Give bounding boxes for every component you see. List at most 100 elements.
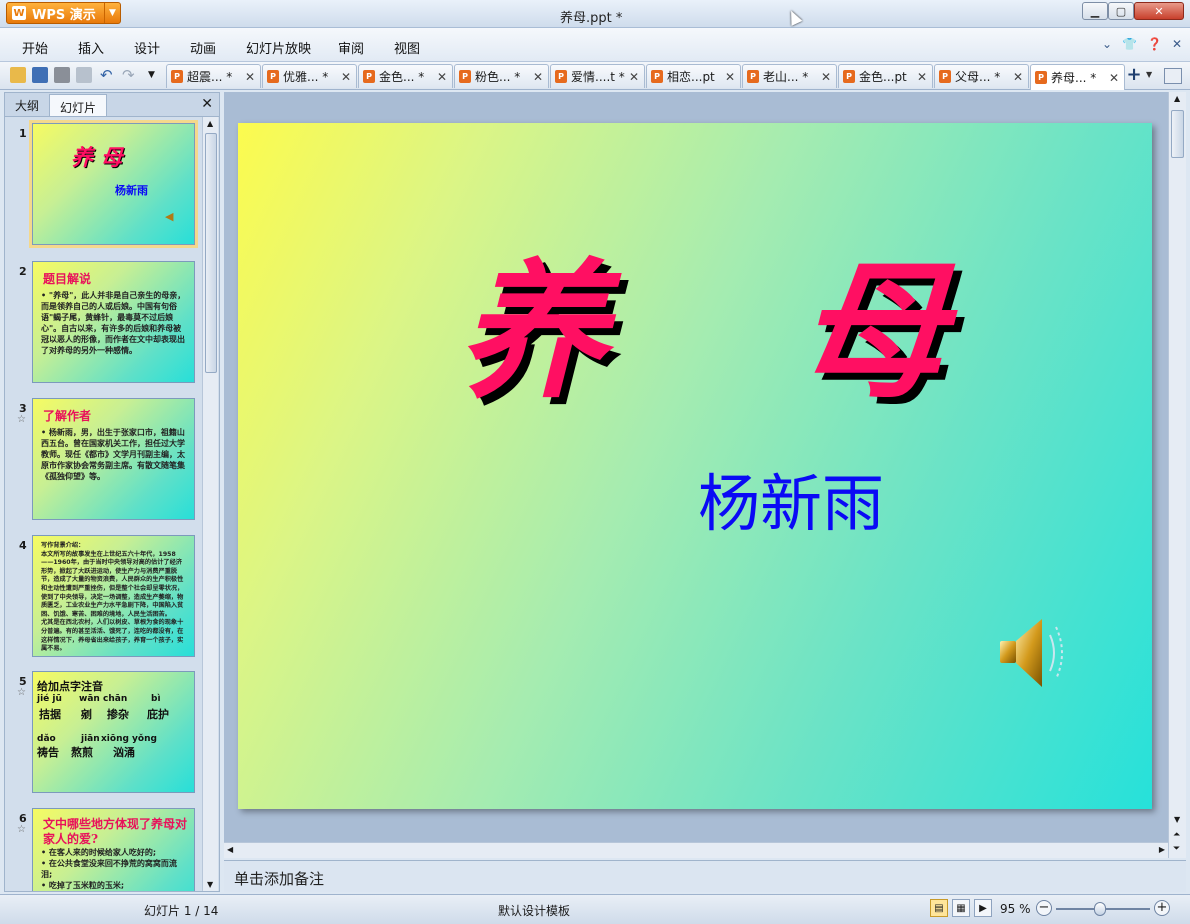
slides-panel: 大纲 幻灯片 ✕ 1 养 母 杨新雨 ◀ 2 题目解说 • "养母"，此人并非是…: [4, 92, 220, 892]
scroll-right-icon[interactable]: ▶: [1159, 845, 1165, 854]
ppt-file-icon: P: [1035, 71, 1047, 84]
current-slide[interactable]: 养 母 杨新雨: [238, 123, 1152, 809]
close-tab-icon[interactable]: ✕: [627, 70, 641, 84]
horizontal-scrollbar[interactable]: ◀ ▶: [224, 842, 1168, 858]
slide-thumbnail[interactable]: 给加点字注音 jié jū wān chān bì 拮据 剜 掺杂 庇护 dǎo…: [32, 671, 195, 793]
customize-toolbar-icon[interactable]: ▼: [148, 67, 164, 83]
help-icon[interactable]: ❓: [1147, 37, 1162, 51]
slide-thumbnail[interactable]: 题目解说 • "养母"，此人并非是自己亲生的母亲，而是领养自己的人或后娘。中国有…: [32, 261, 195, 383]
speaker-icon: ◀: [165, 210, 174, 223]
doc-tab-9[interactable]: P 父母... * ✕: [934, 64, 1029, 88]
window-close-icon[interactable]: ✕: [1172, 37, 1182, 51]
word: 拮据: [39, 708, 61, 721]
slide-thumbnail[interactable]: 写作背景介绍： 本文所写的故事发生在上世纪五六十年代，1958——1960年，由…: [32, 535, 195, 657]
doc-tab-label: 金色...pt: [859, 70, 907, 84]
doc-tab-8[interactable]: P 金色...pt ✕: [838, 64, 933, 88]
slide-sorter-view-button[interactable]: ▦: [952, 899, 970, 917]
skin-icon[interactable]: 👕: [1122, 37, 1137, 51]
open-icon[interactable]: [10, 67, 26, 83]
save-icon[interactable]: [32, 67, 48, 83]
slide-thumbnail[interactable]: 了解作者 • 杨新雨，男，出生于张家口市，祖籍山西五台。曾在国家机关工作，担任过…: [32, 398, 195, 520]
close-tab-icon[interactable]: ✕: [819, 70, 833, 84]
close-tab-icon[interactable]: ✕: [243, 70, 257, 84]
thumb-body: • "养母"，此人并非是自己亲生的母亲，而是领养自己的人或后娘。中国有句俗语"蝎…: [41, 291, 186, 355]
scroll-up-icon[interactable]: ▲: [1174, 94, 1180, 103]
design-template-label[interactable]: 默认设计模板: [498, 902, 570, 919]
maximize-button[interactable]: ▢: [1108, 2, 1134, 20]
scrollbar-thumb[interactable]: [1171, 110, 1184, 158]
close-tab-icon[interactable]: ✕: [339, 70, 353, 84]
word: 掺杂: [107, 708, 129, 721]
ppt-file-icon: P: [651, 70, 663, 83]
vertical-scrollbar[interactable]: ▲ ▼ ⏶ ⏷: [1168, 92, 1186, 858]
doc-tab-4[interactable]: P 粉色... * ✕: [454, 64, 549, 88]
print-icon[interactable]: [54, 67, 70, 83]
close-button[interactable]: ✕: [1134, 2, 1184, 20]
scroll-down-icon[interactable]: ▼: [207, 880, 213, 889]
scroll-down-icon[interactable]: ▼: [1174, 815, 1180, 824]
scrollbar-thumb[interactable]: [205, 133, 217, 373]
close-tab-icon[interactable]: ✕: [1011, 70, 1025, 84]
app-name: WPS 演示: [32, 7, 96, 23]
redo-icon[interactable]: ↷: [122, 67, 138, 83]
close-tab-icon[interactable]: ✕: [1107, 71, 1121, 85]
doc-tab-label: 爱情....t *: [571, 70, 625, 84]
wps-menu-button[interactable]: W WPS 演示 ▼: [6, 2, 121, 24]
animation-star-icon: ☆: [17, 414, 26, 425]
word: 庇护: [147, 708, 169, 721]
close-tab-icon[interactable]: ✕: [915, 70, 929, 84]
pinyin: chān: [103, 694, 128, 704]
menu-design[interactable]: 设计: [134, 38, 160, 57]
menu-animation[interactable]: 动画: [190, 38, 216, 57]
thumbnail-scrollbar[interactable]: ▲ ▼: [202, 117, 218, 891]
chevron-down-icon: ▼: [104, 3, 120, 23]
notes-placeholder: 单击添加备注: [234, 870, 325, 888]
doc-tab-10-active[interactable]: P 养母... * ✕: [1030, 64, 1125, 90]
speaker-icon[interactable]: [996, 613, 1066, 693]
chevron-down-icon[interactable]: ▼: [1146, 70, 1152, 79]
tab-list-button[interactable]: [1164, 68, 1182, 84]
doc-tab-3[interactable]: P 金色... * ✕: [358, 64, 453, 88]
minimize-button[interactable]: ▁: [1082, 2, 1108, 20]
normal-view-button[interactable]: ▤: [930, 899, 948, 917]
scroll-left-icon[interactable]: ◀: [227, 845, 233, 854]
doc-tab-2[interactable]: P 优雅... * ✕: [262, 64, 357, 88]
close-tab-icon[interactable]: ✕: [723, 70, 737, 84]
collapse-ribbon-icon[interactable]: ⌄: [1102, 37, 1112, 51]
next-slide-icon[interactable]: ⏷: [1173, 844, 1180, 854]
menu-insert[interactable]: 插入: [78, 38, 104, 57]
notes-pane[interactable]: 单击添加备注: [224, 860, 1186, 892]
doc-tab-5[interactable]: P 爱情....t * ✕: [550, 64, 645, 88]
thumb-title: 文中哪些地方体现了养母对家人的爱?: [43, 817, 188, 846]
slide-title[interactable]: 养 母: [458, 211, 1016, 426]
close-tab-icon[interactable]: ✕: [531, 70, 545, 84]
doc-tab-7[interactable]: P 老山... * ✕: [742, 64, 837, 88]
ppt-file-icon: P: [555, 70, 567, 83]
menu-slideshow[interactable]: 幻灯片放映: [246, 38, 311, 57]
print-preview-icon[interactable]: [76, 67, 92, 83]
menu-review[interactable]: 审阅: [338, 38, 364, 57]
slideshow-view-button[interactable]: ▶: [974, 899, 992, 917]
close-tab-icon[interactable]: ✕: [435, 70, 449, 84]
thumb-title: 给加点字注音: [37, 680, 103, 693]
scroll-up-icon[interactable]: ▲: [207, 119, 213, 128]
zoom-in-button[interactable]: +: [1154, 900, 1170, 916]
new-tab-button[interactable]: +: [1124, 66, 1144, 86]
doc-tab-6[interactable]: P 相恋...pt ✕: [646, 64, 741, 88]
slide-thumbnail[interactable]: 养 母 杨新雨 ◀: [29, 120, 198, 248]
menu-view[interactable]: 视图: [394, 38, 420, 57]
word: 熬煎: [71, 746, 93, 759]
slide-thumbnail[interactable]: 文中哪些地方体现了养母对家人的爱? • 在客人来的时候给家人吃好的; • 在公共…: [32, 808, 195, 891]
tab-outline[interactable]: 大纲: [5, 93, 49, 116]
tab-slides[interactable]: 幻灯片: [49, 94, 108, 116]
close-panel-icon[interactable]: ✕: [201, 96, 213, 112]
undo-icon[interactable]: ↶: [100, 67, 116, 83]
zoom-slider-thumb[interactable]: [1094, 902, 1106, 916]
thumb-title: 养 母: [71, 145, 123, 171]
slide-author[interactable]: 杨新雨: [698, 453, 884, 543]
previous-slide-icon[interactable]: ⏶: [1173, 830, 1180, 840]
menu-home[interactable]: 开始: [22, 38, 48, 57]
doc-tab-1[interactable]: P 超震... * ✕: [166, 64, 261, 88]
zoom-out-button[interactable]: −: [1036, 900, 1052, 916]
doc-tab-label: 相恋...pt: [667, 70, 715, 84]
